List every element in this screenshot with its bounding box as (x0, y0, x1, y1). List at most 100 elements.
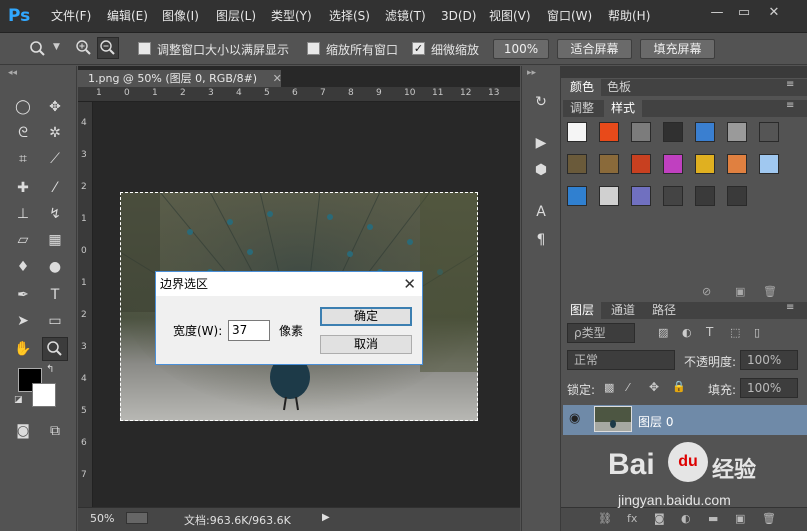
close-tab-icon[interactable]: ✕ (273, 72, 282, 85)
style-swatch[interactable] (695, 186, 715, 206)
layer-name[interactable]: 图层 0 (638, 413, 673, 430)
zoom-in-icon[interactable] (74, 38, 94, 58)
menu-3d[interactable]: 3D(D) (441, 0, 476, 33)
fit-screen-button[interactable]: 适合屏幕 (557, 39, 632, 59)
3d-panel-icon[interactable]: ⬢ (530, 159, 552, 181)
style-swatch[interactable] (599, 186, 619, 206)
share-icon[interactable] (126, 512, 148, 524)
blend-mode-select[interactable]: 正常 (567, 350, 675, 370)
resize-windows-checkbox[interactable] (138, 42, 151, 55)
style-swatch[interactable] (695, 154, 715, 174)
history-panel-icon[interactable]: ↻ (530, 91, 552, 113)
collapse-icon[interactable]: ◂◂ (8, 68, 17, 78)
lock-all-icon[interactable]: 🔒 (672, 380, 686, 393)
lock-transparent-icon[interactable]: ▩ (604, 381, 614, 394)
restore-icon[interactable]: ▭ (733, 2, 755, 24)
crop-tool-icon[interactable]: ⌗ (12, 148, 34, 170)
menu-type[interactable]: 类型(Y) (271, 0, 312, 33)
style-swatch[interactable] (663, 154, 683, 174)
tab-adjustments[interactable]: 调整 (563, 100, 601, 117)
style-swatch[interactable] (567, 154, 587, 174)
menu-window[interactable]: 窗口(W) (547, 0, 592, 33)
style-swatch[interactable] (631, 122, 651, 142)
menu-help[interactable]: 帮助(H) (608, 0, 650, 33)
character-panel-icon[interactable]: A (530, 201, 552, 223)
shape-tool-icon[interactable]: ▭ (44, 310, 66, 332)
panel-menu-icon[interactable]: ≡ (786, 79, 794, 90)
paragraph-panel-icon[interactable]: ¶ (530, 229, 552, 251)
menu-layer[interactable]: 图层(L) (216, 0, 256, 33)
filter-smart-icon[interactable]: ▯ (754, 326, 760, 339)
magic-wand-tool-icon[interactable]: ✲ (44, 122, 66, 144)
zoom-level[interactable]: 50% (90, 512, 114, 525)
tab-styles[interactable]: 样式 (604, 100, 643, 117)
healing-brush-tool-icon[interactable]: ✚ (12, 177, 34, 199)
lock-pixels-icon[interactable]: ⁄ (627, 381, 629, 394)
tab-color[interactable]: 颜色 (563, 79, 602, 96)
path-selection-tool-icon[interactable]: ➤ (12, 310, 34, 332)
width-input[interactable]: 37 (228, 320, 270, 341)
layers-menu-icon[interactable]: ≡ (786, 302, 794, 313)
expand-strip-icon[interactable]: ▸▸ (527, 68, 536, 78)
layer-filter-select[interactable]: ρ类型 (567, 323, 635, 343)
gradient-tool-icon[interactable]: ▦ (44, 229, 66, 251)
screen-mode-icon[interactable]: ⧉ (44, 420, 66, 442)
style-swatch[interactable] (567, 186, 587, 206)
style-swatch[interactable] (631, 186, 651, 206)
quick-mask-icon[interactable]: ◙ (12, 420, 34, 442)
style-swatch[interactable] (727, 186, 747, 206)
filter-shape-icon[interactable]: ⬚ (730, 326, 740, 339)
swap-colors-icon[interactable]: ↰ (46, 364, 54, 375)
background-color-swatch[interactable] (32, 383, 56, 407)
eraser-tool-icon[interactable]: ▱ (12, 229, 34, 251)
blur-tool-icon[interactable]: ♦ (12, 256, 34, 278)
lock-position-icon[interactable]: ✥ (649, 380, 659, 394)
pen-tool-icon[interactable]: ✒ (12, 284, 34, 306)
filter-adjust-icon[interactable]: ◐ (682, 326, 692, 339)
brush-tool-icon[interactable]: ⁄ (44, 177, 66, 199)
zoom-tool-icon[interactable] (42, 337, 68, 361)
zoom-all-checkbox[interactable] (307, 42, 320, 55)
ok-button[interactable]: 确定 (320, 307, 412, 326)
actual-pixels-button[interactable]: 100% (493, 39, 549, 59)
history-brush-tool-icon[interactable]: ↯ (44, 203, 66, 225)
lasso-tool-icon[interactable]: ᘓ (12, 122, 34, 144)
minimize-icon[interactable]: — (706, 2, 728, 24)
new-style-icon[interactable]: ▣ (735, 285, 745, 298)
close-icon[interactable]: ✕ (763, 2, 785, 24)
hand-tool-icon[interactable]: ✋ (12, 338, 34, 360)
style-swatch[interactable] (567, 122, 587, 142)
default-colors-icon[interactable]: ◪ (14, 395, 23, 405)
fill-input[interactable]: 100% (740, 378, 798, 398)
style-swatch[interactable] (599, 154, 619, 174)
clone-stamp-tool-icon[interactable]: ⊥ (12, 203, 34, 225)
filter-pixel-icon[interactable]: ▨ (658, 326, 668, 339)
style-swatch[interactable] (727, 122, 747, 142)
style-swatch[interactable] (599, 122, 619, 142)
style-swatch[interactable] (759, 154, 779, 174)
cancel-button[interactable]: 取消 (320, 335, 412, 354)
tab-layers[interactable]: 图层 (563, 302, 602, 319)
style-swatch[interactable] (631, 154, 651, 174)
chevron-down-icon[interactable]: ▼ (53, 42, 60, 52)
eyedropper-tool-icon[interactable]: ⟋ (44, 148, 66, 170)
style-swatch[interactable] (727, 154, 747, 174)
opacity-input[interactable]: 100% (740, 350, 798, 370)
type-tool-icon[interactable]: T (44, 284, 66, 306)
style-swatch[interactable] (759, 122, 779, 142)
styles-menu-icon[interactable]: ≡ (786, 100, 794, 111)
menu-filter[interactable]: 滤镜(T) (385, 0, 426, 33)
scrubby-zoom-checkbox[interactable]: ✓ (412, 42, 425, 55)
menu-edit[interactable]: 编辑(E) (107, 0, 148, 33)
menu-image[interactable]: 图像(I) (162, 0, 199, 33)
actions-panel-icon[interactable]: ▶ (530, 132, 552, 154)
visibility-eye-icon[interactable]: ◉ (569, 411, 580, 426)
menu-view[interactable]: 视图(V) (489, 0, 531, 33)
menu-select[interactable]: 选择(S) (329, 0, 370, 33)
filter-type-icon[interactable]: T (706, 325, 713, 339)
menu-file[interactable]: 文件(F) (51, 0, 91, 33)
zoom-out-icon[interactable] (97, 37, 119, 59)
tab-channels[interactable]: 通道 (604, 302, 642, 319)
style-swatch[interactable] (695, 122, 715, 142)
dodge-tool-icon[interactable]: ● (44, 256, 66, 278)
